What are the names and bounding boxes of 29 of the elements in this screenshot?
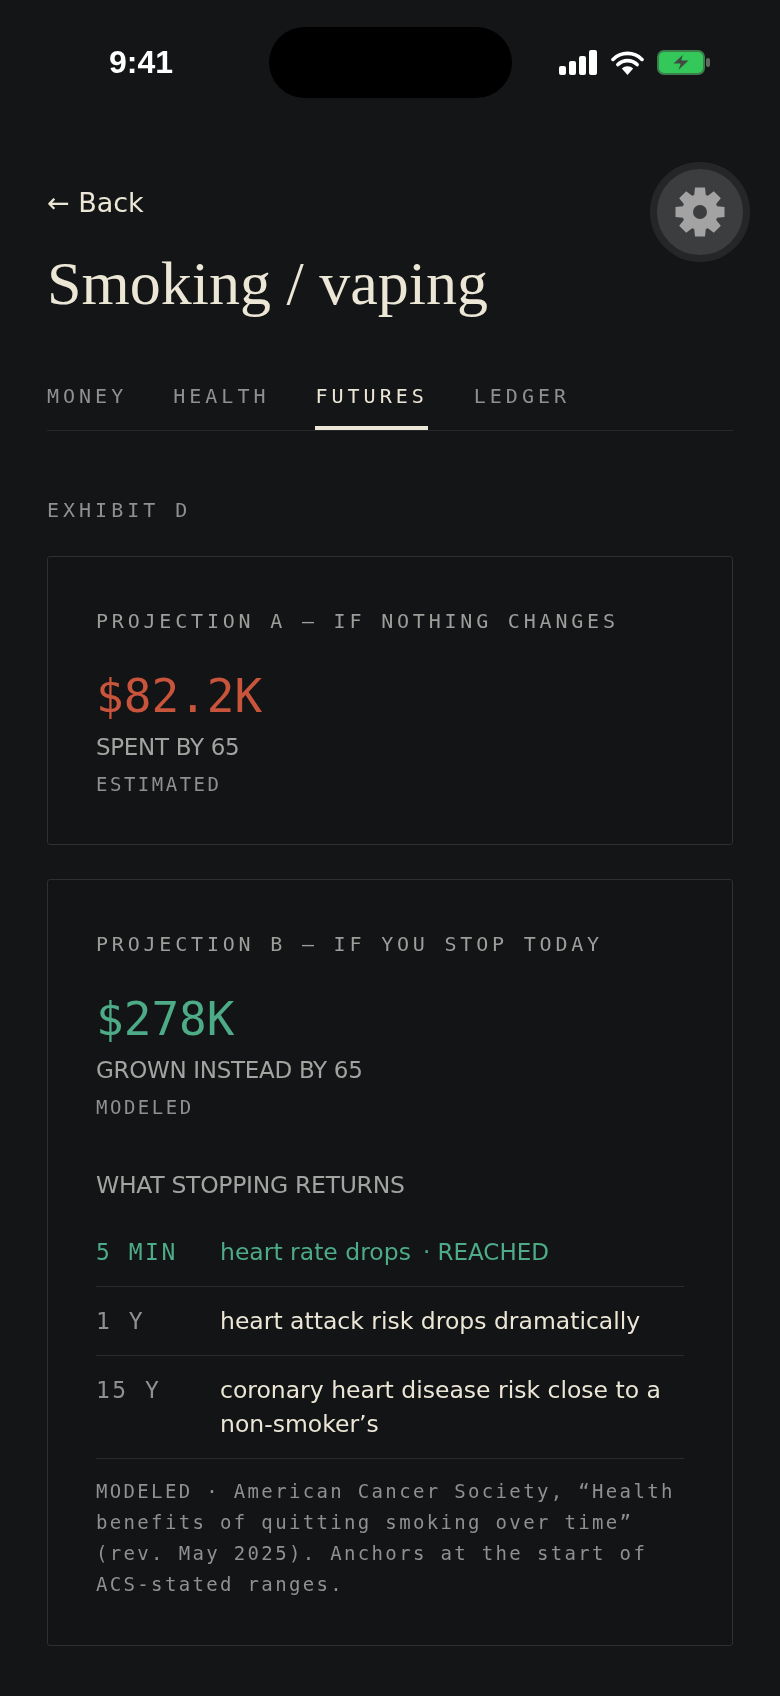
page-title: Smoking / vaping: [47, 249, 489, 317]
milestone-time: 1 Y: [96, 1307, 147, 1336]
milestone-time: 15 Y: [96, 1376, 163, 1405]
milestone-text: heart rate drops: [220, 1238, 411, 1266]
projection-label: PROJECTION B — IF YOU STOP TODAY: [96, 932, 604, 956]
projection-amount: $278K: [96, 993, 236, 1045]
projection-basis: ESTIMATED: [96, 772, 223, 796]
milestone-text: coronary heart disease risk close to a non-smoker’s: [220, 1376, 661, 1438]
tab[interactable]: FUTURES: [315, 384, 428, 430]
status-time: 9:41: [109, 43, 174, 82]
projection-label: PROJECTION A — IF NOTHING CHANGES: [96, 609, 620, 633]
projection-basis: MODELED: [96, 1095, 195, 1119]
signal-icon: [559, 50, 598, 75]
tab[interactable]: MONEY: [47, 384, 128, 430]
projection-amount: $82.2K: [96, 670, 264, 722]
milestone-text: heart attack risk drops dramatically: [220, 1307, 641, 1335]
back-link[interactable]: ← Back: [47, 186, 144, 220]
source-note: MODELED · American Cancer Society, “Health benefits of quitting smoking over time” (rev. May 2025). Anchors at the start of ACS-stated ranges.: [96, 1479, 676, 1597]
settings-icon[interactable]: [675, 187, 725, 237]
projection-caption: SPENT BY 65: [96, 733, 241, 762]
tab[interactable]: HEALTH: [173, 384, 270, 430]
milestone-time: 5 MIN: [96, 1238, 179, 1267]
tab[interactable]: LEDGER: [473, 384, 570, 430]
returns-heading: WHAT STOPPING RETURNS: [96, 1170, 406, 1200]
wifi-icon: [611, 50, 645, 75]
projection-caption: GROWN INSTEAD BY 65: [96, 1056, 364, 1085]
battery-icon: [657, 50, 711, 75]
section-label: EXHIBIT D: [47, 498, 193, 522]
reached-label: · REACHED: [422, 1239, 549, 1265]
